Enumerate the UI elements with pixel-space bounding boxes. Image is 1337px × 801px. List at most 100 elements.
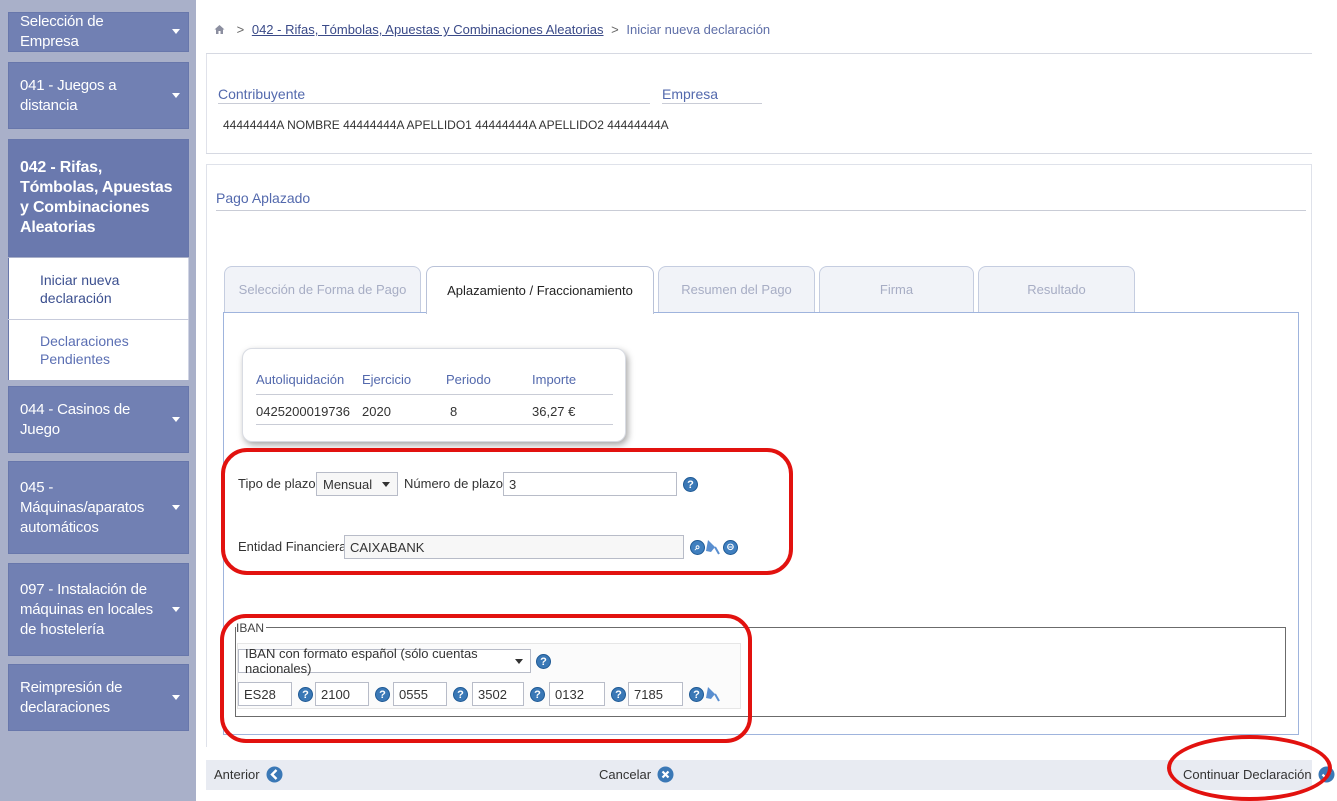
iban-field-value: ES28 [244, 686, 276, 702]
contribuyente-value: 44444444A NOMBRE 44444444A APELLIDO1 444… [223, 118, 669, 132]
add-icon[interactable]: ⊖ [723, 540, 738, 555]
chevron-left-icon [266, 766, 283, 783]
entidad-input[interactable]: CAIXABANK [344, 535, 684, 559]
chevron-down-icon [515, 659, 523, 664]
sidebar-menu-reprint[interactable]: Reimpresión de declaraciones [8, 664, 189, 731]
company-selector-label: Selección de Empresa [20, 13, 104, 50]
check-icon [1318, 766, 1335, 783]
sidebar-menu-label: 045 - Máquinas/aparatos automáticos [20, 478, 145, 536]
clear-icon[interactable] [706, 539, 720, 555]
divider [256, 394, 613, 395]
help-icon[interactable]: ? [536, 654, 551, 669]
num-plazos-label: Número de plazos: [404, 476, 514, 491]
tab-payment-summary[interactable]: Resumen del Pago [658, 266, 815, 312]
chevron-down-icon [172, 606, 180, 612]
cell-autoliquidacion: 0425200019736 [256, 404, 350, 419]
chevron-down-icon [172, 92, 180, 98]
sidebar-menu-097[interactable]: 097 - Instalación de máquinas en locales… [8, 563, 189, 656]
cell-importe: 36,27 € [532, 404, 576, 419]
entidad-value: CAIXABANK [350, 539, 425, 555]
search-icon[interactable]: ⌕ [690, 540, 705, 555]
breadcrumb: > 042 - Rifas, Tómbolas, Apuestas y Comb… [214, 22, 770, 37]
iban-field-value: 0132 [555, 686, 584, 702]
iban-format-value: IBAN con formato español (sólo cuentas n… [245, 646, 478, 676]
section-title: Pago Aplazado [216, 190, 311, 206]
sidebar-menu-045[interactable]: 045 - Máquinas/aparatos automáticos [8, 461, 189, 554]
sidebar-menu-label: 097 - Instalación de máquinas en locales… [20, 580, 153, 638]
num-plazos-value: 3 [509, 476, 517, 492]
iban-branch-input[interactable]: 0555 [393, 682, 447, 706]
tab-label: Resultado [1027, 282, 1086, 297]
tab-label: Selección de Forma de Pago [238, 282, 407, 297]
previous-button[interactable]: Anterior [214, 766, 283, 783]
chevron-down-icon [172, 504, 180, 510]
help-icon[interactable]: ? [530, 687, 545, 702]
sidebar-menu-044[interactable]: 044 - Casinos de Juego [8, 386, 189, 453]
divider [256, 424, 613, 425]
divider [218, 103, 650, 104]
breadcrumb-link-042[interactable]: 042 - Rifas, Tómbolas, Apuestas y Combin… [252, 22, 604, 37]
iban-control-input[interactable]: 3502 [472, 682, 524, 706]
help-icon[interactable]: ? [375, 687, 390, 702]
home-icon[interactable] [214, 24, 225, 35]
chevron-down-icon [172, 416, 180, 422]
cancel-button[interactable]: Cancelar [599, 766, 674, 783]
sidebar-subitem-new-declaration[interactable]: Iniciar nueva declaración [8, 258, 189, 319]
num-plazos-input[interactable]: 3 [503, 472, 677, 496]
divider [206, 153, 1312, 154]
iban-account-part2-input[interactable]: 7185 [628, 682, 683, 706]
breadcrumb-separator: > [611, 22, 619, 37]
help-icon[interactable]: ? [611, 687, 626, 702]
divider [216, 210, 1306, 211]
clear-icon[interactable] [706, 686, 720, 702]
col-header-autoliquidacion: Autoliquidación [256, 372, 345, 387]
cell-periodo: 8 [450, 404, 458, 419]
iban-legend: IBAN [236, 621, 267, 635]
sidebar-menu-label: Reimpresión de declaraciones [20, 678, 123, 716]
help-icon[interactable]: ? [689, 687, 704, 702]
iban-format-select[interactable]: IBAN con formato español (sólo cuentas n… [238, 646, 531, 676]
col-header-ejercicio: Ejercicio [362, 372, 412, 387]
summary-card [242, 348, 626, 442]
breadcrumb-separator: > [236, 22, 245, 37]
sidebar-menu-label: 042 - Rifas, Tómbolas, Apuestas y Combin… [20, 159, 173, 236]
chevron-down-icon [382, 482, 390, 487]
tab-deferral[interactable]: Aplazamiento / Fraccionamiento [426, 266, 654, 314]
empresa-label: Empresa [662, 86, 719, 102]
iban-field-value: 3502 [478, 686, 507, 702]
footer-bar [206, 760, 1312, 790]
sidebar-subitem-label: Iniciar nueva declaración [40, 271, 120, 306]
continue-button[interactable]: Continuar Declaración [1183, 766, 1335, 783]
divider [662, 103, 762, 104]
tipo-plazo-value: Mensual [323, 476, 373, 492]
tab-signature[interactable]: Firma [819, 266, 974, 312]
sidebar-menu-label: 041 - Juegos a distancia [20, 76, 117, 114]
tab-result[interactable]: Resultado [978, 266, 1135, 312]
entidad-label: Entidad Financiera: [238, 539, 351, 554]
chevron-down-icon [172, 694, 180, 700]
help-icon[interactable]: ? [683, 477, 698, 492]
col-header-importe: Importe [532, 372, 577, 387]
breadcrumb-current: Iniciar nueva declaración [626, 22, 771, 37]
iban-country-input[interactable]: ES28 [238, 682, 292, 706]
col-header-periodo: Periodo [446, 372, 491, 387]
iban-field-value: 7185 [634, 686, 663, 702]
cell-ejercicio: 2020 [362, 404, 391, 419]
close-icon [657, 766, 674, 783]
iban-field-value: 0555 [399, 686, 428, 702]
tab-payment-method[interactable]: Selección de Forma de Pago [224, 266, 421, 312]
help-icon[interactable]: ? [453, 687, 468, 702]
help-icon[interactable]: ? [298, 687, 313, 702]
sidebar-menu-042[interactable]: 042 - Rifas, Tómbolas, Apuestas y Combin… [8, 139, 189, 257]
tipo-plazo-label: Tipo de plazo: [238, 476, 320, 491]
sidebar-menu-041[interactable]: 041 - Juegos a distancia [8, 62, 189, 129]
sidebar-menu-label: 044 - Casinos de Juego [20, 400, 131, 438]
sidebar-subitem-pending[interactable]: Declaraciones Pendientes [8, 320, 189, 380]
tab-label: Firma [879, 282, 914, 297]
iban-bank-input[interactable]: 2100 [315, 682, 369, 706]
company-selector[interactable]: Selección de Empresa [8, 12, 189, 52]
iban-account-part1-input[interactable]: 0132 [549, 682, 605, 706]
tab-label: Resumen del Pago [681, 282, 792, 297]
sidebar-subitem-label: Declaraciones Pendientes [40, 333, 129, 367]
tipo-plazo-select[interactable]: Mensual [316, 472, 398, 496]
